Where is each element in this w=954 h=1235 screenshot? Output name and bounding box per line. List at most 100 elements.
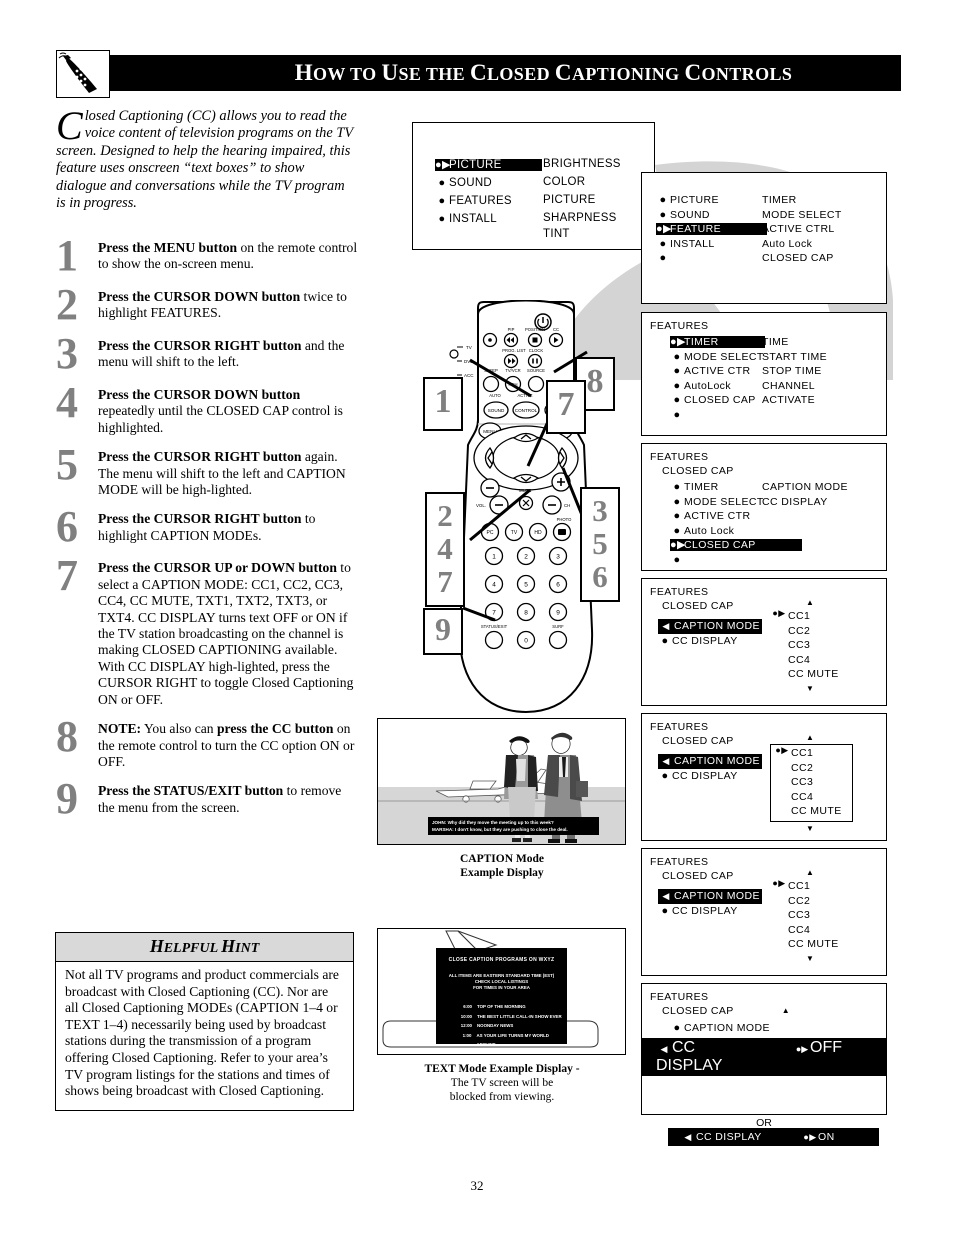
osd-submenu-item[interactable]: TINT <box>543 227 570 242</box>
option-spacer <box>770 653 788 668</box>
caption-mode-option-cc-mute[interactable]: CC MUTE <box>770 667 850 682</box>
step-5: 5 Press the CURSOR RIGHT button again. Th… <box>52 443 358 498</box>
scroll-up-arrow[interactable]: ▲ <box>782 1007 790 1015</box>
cursor-left-icon: ◀ <box>662 621 670 631</box>
text-example-label-line1: TEXT Mode Example Display - <box>424 1063 580 1075</box>
panel-row[interactable]: ● CLOSED CAP <box>642 251 886 266</box>
panel-row-cc-display[interactable]: ● CC DISPLAY <box>642 904 770 919</box>
or-row-label: CC DISPLAY <box>696 1131 762 1143</box>
caption-mode-option-cc-mute[interactable]: CC MUTE <box>773 804 842 819</box>
text-listing-show: AS YOUR LIFE TURNS MY WORLD AROUND <box>476 1032 549 1048</box>
caption-mode-option-cc3[interactable]: CC3 <box>770 638 850 653</box>
osd-menu-item-install[interactable]: ● INSTALL <box>435 213 497 225</box>
caption-mode-option-list: ●▶ CC1 CC2 CC3 CC4 CC MUTE <box>770 879 850 952</box>
panel-row-caption-mode[interactable]: ◀ CAPTION MODE <box>642 889 770 904</box>
text-mode-screen: CLOSE CAPTION PROGRAMS ON WXYZ ALL ITEMS… <box>436 948 567 1054</box>
panel-row-value <box>760 538 762 553</box>
option-spacer <box>770 937 788 952</box>
osd-submenu-item[interactable]: COLOR <box>543 175 585 190</box>
panel-row-label: ●▶FEATURE <box>656 223 768 235</box>
text-listing-row: 6:00 TOP OF THE MORNING <box>450 1002 567 1012</box>
osd-menu-item-features[interactable]: ● FEATURES <box>435 195 512 207</box>
scroll-up-arrow[interactable]: ▲ <box>770 869 850 877</box>
panel-row[interactable]: ● Auto Lock <box>642 524 886 539</box>
helpful-hint-box: HELPFUL HINT Not all TV programs and pro… <box>55 932 354 1111</box>
scroll-down-arrow[interactable]: ▼ <box>770 824 850 833</box>
text-example-label-line3: blocked from viewing. <box>449 1091 555 1103</box>
option-spacer <box>770 923 788 938</box>
caption-example-label-line1: CAPTION Mode <box>459 853 544 865</box>
osd-submenu-item[interactable]: PICTURE <box>543 193 596 208</box>
caption-mode-option-cc2[interactable]: CC2 <box>770 624 850 639</box>
panel-row[interactable]: ● TIMER CAPTION MODE <box>642 480 886 495</box>
panel-row-caption-mode[interactable]: ◀ CAPTION MODE <box>642 619 770 634</box>
bullet-icon: ● <box>673 350 681 363</box>
osd-submenu-item[interactable]: SHARPNESS <box>543 211 617 226</box>
scroll-up-arrow[interactable]: ▲ <box>770 599 850 607</box>
osd-submenu-item[interactable]: BRIGHTNESS <box>543 157 621 172</box>
panel-row-caption-mode[interactable]: ◀ CAPTION MODE <box>642 754 770 769</box>
step-6: 6 Press the CURSOR RIGHT button to highli… <box>52 502 358 552</box>
caption-mode-example-label: CAPTION Mode Example Display <box>377 852 627 880</box>
caption-mode-option-cc4[interactable]: CC4 <box>770 653 850 668</box>
panel-row-label: ●▶CLOSED CAP <box>670 539 802 551</box>
cursor-updown-icon: ●▶ <box>435 159 451 171</box>
step-number-6: 6 <box>56 502 78 552</box>
panel-row-value: CAPTION MODE <box>762 481 848 493</box>
osd-menu-row: ● SOUND COLOR <box>435 173 654 191</box>
step-number-1: 1 <box>56 231 78 280</box>
text-listing-time: 10:00 <box>460 1013 472 1019</box>
panel-row[interactable]: ● SOUND MODE SELECT <box>642 208 886 223</box>
bullet-icon: ● <box>673 1022 681 1034</box>
panel-row[interactable]: ● CLOSED CAP ACTIVATE <box>642 393 886 408</box>
step-text-2: Press the CURSOR DOWN button twice to hi… <box>98 289 347 321</box>
caption-mode-option-cc4[interactable]: CC4 <box>770 923 850 938</box>
callout-9: 9 <box>423 608 463 655</box>
or-cc-display-row[interactable]: ◀ CC DISPLAY ●▶ON <box>668 1128 879 1146</box>
panel-row-label: ●▶TIMER <box>670 336 765 348</box>
caption-mode-option-cc3[interactable]: CC3 <box>770 908 850 923</box>
panel-row[interactable]: ● AutoLock CHANNEL <box>642 379 886 394</box>
row-caption-mode[interactable]: ● CAPTION MODE <box>642 1021 886 1036</box>
scroll-up-arrow[interactable]: ▲ <box>770 734 850 742</box>
panel-row[interactable]: ● <box>642 408 886 423</box>
caption-mode-option-cc1[interactable]: ●▶ CC1 <box>770 879 850 894</box>
panel-row[interactable]: ● INSTALL Auto Lock <box>642 237 886 252</box>
text-mode-example-image: CLOSE CAPTION PROGRAMS ON WXYZ ALL ITEMS… <box>377 928 626 1055</box>
caption-mode-option-cc1[interactable]: ●▶ CC1 <box>773 746 842 761</box>
bullet-icon: ● <box>673 379 681 392</box>
caption-mode-option-list: ●▶ CC1 CC2 CC3 CC4 CC MUTE <box>770 609 850 682</box>
panel-row[interactable]: ●▶TIMER TIME <box>642 335 886 350</box>
caption-mode-option-cc2[interactable]: CC2 <box>773 761 842 776</box>
caption-mode-option-cc-mute[interactable]: CC MUTE <box>770 937 850 952</box>
bullet-icon: ● <box>661 769 669 782</box>
panel-row[interactable]: ● ACTIVE CTR STOP TIME <box>642 364 886 379</box>
bullet-icon: ● <box>659 208 667 221</box>
caption-mode-option-cc2[interactable]: CC2 <box>770 894 850 909</box>
caption-mode-option-cc1[interactable]: ●▶ CC1 <box>770 609 850 624</box>
panel-row[interactable]: ●▶FEATURE ACTIVE CTRL <box>642 222 886 237</box>
panel-row-cc-display[interactable]: ● CC DISPLAY <box>642 769 770 784</box>
scroll-down-arrow[interactable]: ▼ <box>770 954 850 963</box>
panel-row-label: ● Auto Lock <box>670 525 734 537</box>
panel-row[interactable]: ● ACTIVE CTR <box>642 509 886 524</box>
panel-row[interactable]: ● MODE SELECT CC DISPLAY <box>642 495 886 510</box>
cursor-left-icon: ◀ <box>660 1043 668 1054</box>
cc-overlay-line-1: JOHN: Why did they move the meeting up t… <box>432 820 554 825</box>
caption-mode-option-cc4[interactable]: CC4 <box>773 790 842 805</box>
osd-menu-item-picture[interactable]: ●▶PICTURE <box>435 159 542 171</box>
panel-row[interactable]: ● PICTURE TIMER <box>642 193 886 208</box>
step-1: 1 Press the MENU button on the remote con… <box>52 231 358 280</box>
caption-mode-option-cc3[interactable]: CC3 <box>773 775 842 790</box>
osd-menu-row: ● FEATURES PICTURE <box>435 191 654 209</box>
panel-row[interactable]: ●▶CLOSED CAP <box>642 538 886 553</box>
panel-row[interactable]: ● <box>642 553 886 568</box>
option-spacer <box>770 908 788 923</box>
panel-row-cc-display[interactable]: ● CC DISPLAY <box>642 634 770 649</box>
osd-menu-item-sound[interactable]: ● SOUND <box>435 177 492 189</box>
row-cc-display[interactable]: ◀ CC DISPLAY ●▶ OFF <box>642 1037 886 1076</box>
bullet-icon: ● <box>673 524 681 537</box>
scroll-down-arrow[interactable]: ▼ <box>770 684 850 693</box>
osd-menu-row: ●▶PICTURE BRIGHTNESS <box>435 155 654 173</box>
panel-row[interactable]: ● MODE SELECT START TIME <box>642 350 886 365</box>
